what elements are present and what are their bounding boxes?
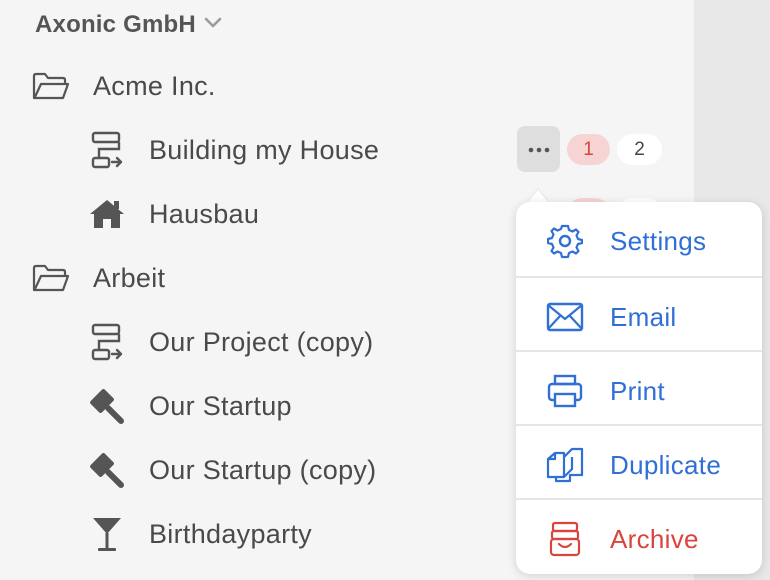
workspace-switcher[interactable]: Axonic GmbH xyxy=(35,8,222,42)
printer-icon xyxy=(544,371,586,411)
project-label: Building my House xyxy=(149,134,380,165)
menu-item-label: Archive xyxy=(610,523,699,554)
archive-icon xyxy=(544,519,586,559)
project-actions-menu: Settings Email Print Duplicate Archive xyxy=(516,202,762,574)
menu-item-duplicate[interactable]: Duplicate xyxy=(516,428,762,502)
folder-label: Arbeit xyxy=(93,262,166,293)
house-icon xyxy=(86,194,128,234)
menu-item-print[interactable]: Print xyxy=(516,354,762,428)
menu-divider xyxy=(516,498,762,500)
menu-item-label: Print xyxy=(610,375,665,406)
project-label: Our Startup xyxy=(149,390,292,421)
menu-item-archive[interactable]: Archive xyxy=(516,502,762,574)
menu-item-label: Settings xyxy=(610,225,707,256)
overdue-count-badge: 1 xyxy=(567,134,610,165)
menu-item-settings[interactable]: Settings xyxy=(516,204,762,278)
project-label: Our Startup (copy) xyxy=(149,454,377,485)
ellipsis-icon xyxy=(528,140,550,158)
menu-item-label: Email xyxy=(610,301,677,332)
task-count-badge: 2 xyxy=(617,134,662,165)
tree-folder-acme[interactable]: Acme Inc. xyxy=(0,58,694,114)
project-label: Birthdayparty xyxy=(149,518,312,549)
gavel-icon xyxy=(86,386,128,426)
folder-icon xyxy=(30,260,72,296)
envelope-icon xyxy=(544,297,586,337)
folder-label: Acme Inc. xyxy=(93,70,216,101)
duplicate-icon xyxy=(544,445,586,485)
gavel-icon xyxy=(86,450,128,490)
project-label: Our Project (copy) xyxy=(149,326,374,357)
menu-item-email[interactable]: Email xyxy=(516,280,762,354)
cocktail-icon xyxy=(86,514,128,554)
flowchart-icon xyxy=(86,130,128,170)
more-options-button[interactable] xyxy=(517,126,560,172)
menu-divider xyxy=(516,424,762,426)
gear-icon xyxy=(544,221,586,261)
project-label: Hausbau xyxy=(149,198,260,229)
menu-divider xyxy=(516,276,762,278)
folder-icon xyxy=(30,68,72,104)
flowchart-icon xyxy=(86,322,128,362)
menu-item-label: Duplicate xyxy=(610,449,722,480)
workspace-title: Axonic GmbH xyxy=(35,11,196,38)
menu-divider xyxy=(516,350,762,352)
chevron-down-icon xyxy=(204,16,222,34)
